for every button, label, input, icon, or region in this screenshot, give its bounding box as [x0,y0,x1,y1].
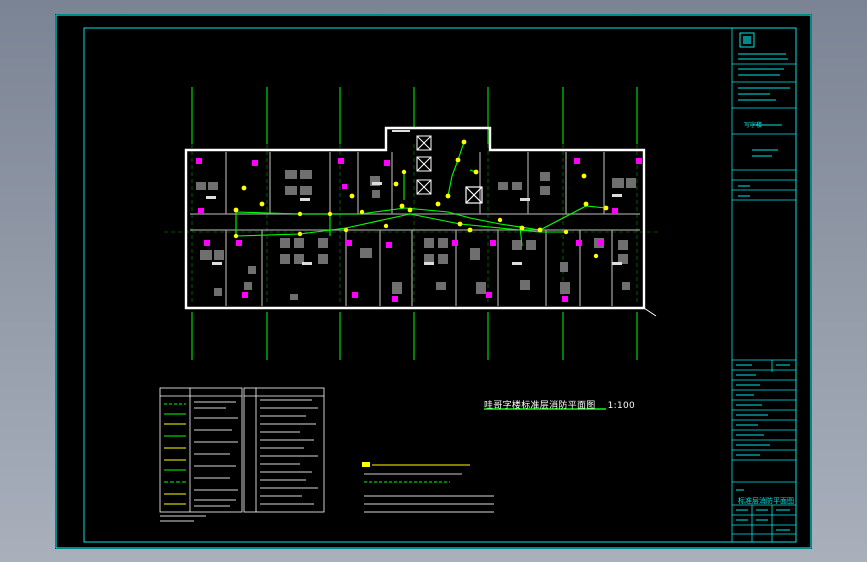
legend-symbols [164,403,186,505]
legend-table-right [243,387,325,513]
interior-walls [190,152,640,306]
title-block-project-name: 写字楼 [744,122,763,129]
cad-drawing [55,14,812,549]
drawing-title: 哇哥字楼标准层消防平面图 1:100 [484,398,635,411]
wall-tick [643,307,657,317]
logo-icon [739,32,755,48]
building-outline [184,126,646,310]
drawing-scale: 1:100 [607,401,636,411]
title-block-drawing-caption: 标准层消防平面图 [738,497,794,505]
general-notes [362,462,494,513]
title-block [731,28,796,542]
stairwell-icon [416,135,432,195]
drawing-title-text: 哇哥字楼标准层消防平面图 [484,401,596,411]
outer-frame [55,14,812,549]
legend-table-left [159,387,243,513]
